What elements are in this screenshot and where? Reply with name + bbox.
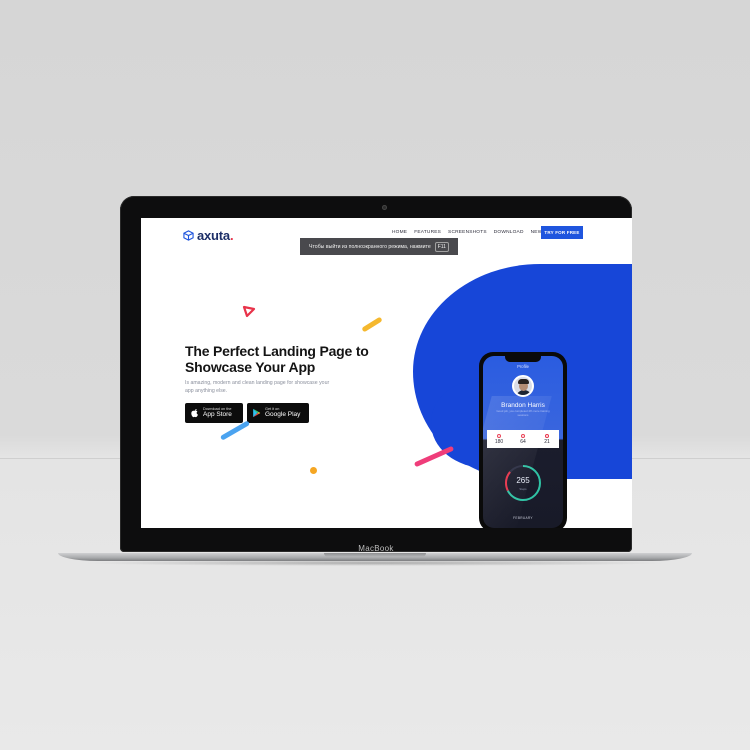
laptop-notch xyxy=(324,553,426,557)
fullscreen-notice-text: Чтобы выйти из полноэкранного режима, на… xyxy=(309,243,431,250)
nav-screenshots[interactable]: SCREENSHOTS xyxy=(448,230,487,235)
stat-icon xyxy=(545,433,549,438)
yellow-pill-shape xyxy=(361,316,383,333)
triangle-shape xyxy=(242,305,256,318)
app-store-button[interactable]: Download on the App Store xyxy=(185,403,243,423)
google-play-button[interactable]: Get it on Google Play xyxy=(247,403,309,423)
fullscreen-notice: Чтобы выйти из полноэкранного режима, на… xyxy=(300,238,458,255)
laptop-brand-label: MacBook xyxy=(358,544,394,553)
blue-pill-shape xyxy=(219,420,251,441)
app-store-label: App Store xyxy=(203,411,232,419)
cube-icon xyxy=(183,230,194,241)
logo[interactable]: axuta. xyxy=(183,228,234,243)
hero-subtitle: Is amazing, modern and clean landing pag… xyxy=(185,380,330,394)
try-for-free-button[interactable]: TRY FOR FREE xyxy=(541,226,583,239)
magenta-pill-shape xyxy=(413,445,455,468)
orange-dot-shape xyxy=(310,467,317,474)
main-nav: HOME FEATURES SCREENSHOTS DOWNLOAD NEWS xyxy=(392,230,546,235)
hero-title: The Perfect Landing Page to Showcase You… xyxy=(185,343,369,375)
nav-download[interactable]: DOWNLOAD xyxy=(494,230,524,235)
nav-features[interactable]: FEATURES xyxy=(414,230,441,235)
google-play-label: Google Play xyxy=(265,411,301,419)
avatar xyxy=(512,375,534,397)
camera-icon xyxy=(382,205,387,210)
logo-text: axuta. xyxy=(197,228,234,243)
phone-mockup: Profile Brandon Harris Good job, you com… xyxy=(479,352,567,528)
apple-icon xyxy=(191,409,198,418)
phone-notch xyxy=(505,356,541,362)
laptop-screen: axuta. HOME FEATURES SCREENSHOTS DOWNLOA… xyxy=(141,218,632,528)
play-store-icon xyxy=(253,408,261,418)
nav-home[interactable]: HOME xyxy=(392,230,407,235)
phone-title: Profile xyxy=(517,364,529,369)
fullscreen-notice-key: F11 xyxy=(434,241,449,252)
stat-value: 21 xyxy=(544,438,550,445)
phone-screen: Profile Brandon Harris Good job, you com… xyxy=(483,356,563,528)
